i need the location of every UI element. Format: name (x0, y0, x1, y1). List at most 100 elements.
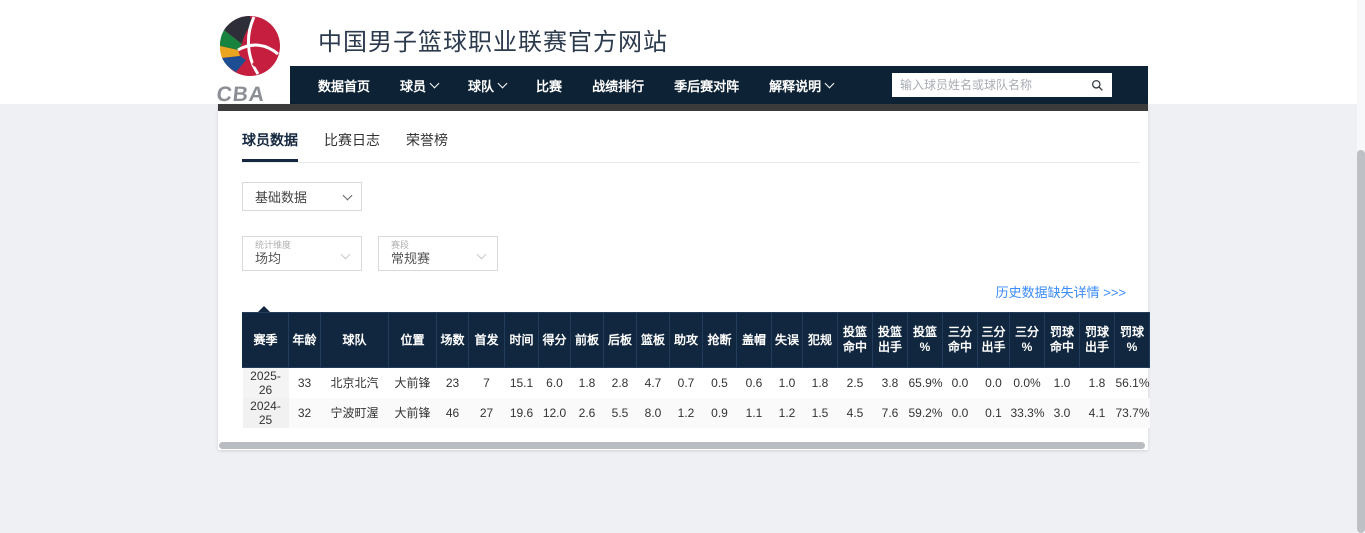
data-type-select[interactable]: 基础数据 (242, 182, 362, 211)
tab-1[interactable]: 比赛日志 (324, 130, 380, 162)
table-row-0: 2025-2633北京北汽大前锋23715.16.01.82.84.70.70.… (243, 368, 1150, 398)
data-type-select-value: 基础数据 (255, 187, 344, 206)
nav-item-6[interactable]: 解释说明 (769, 76, 833, 95)
vertical-scrollbar-track[interactable] (1357, 0, 1365, 533)
table-cell: 2.6 (571, 398, 604, 428)
table-cell: 2.5 (838, 368, 873, 398)
player-stats-table-wrap: 赛季年龄球队位置场数首发时间得分前板后板篮板助攻抢断盖帽失误犯规投篮命中投篮出手… (242, 312, 1140, 428)
header-cell-20[interactable]: 三分出手 (978, 313, 1010, 368)
header-cell-3[interactable]: 位置 (389, 313, 437, 368)
nav-item-3[interactable]: 比赛 (536, 76, 562, 95)
table-cell: 宁波町渥 (321, 398, 389, 428)
table-cell: 1.8 (1080, 368, 1115, 398)
page-title: 中国男子篮球职业联赛官方网站 (318, 22, 668, 57)
header-cell-7[interactable]: 得分 (539, 313, 571, 368)
svg-text:CBA: CBA (215, 83, 266, 105)
header-cell-18[interactable]: 投篮% (908, 313, 943, 368)
table-cell: 65.9% (908, 368, 943, 398)
table-cell: 7.6 (873, 398, 908, 428)
table-cell: 1.5 (803, 398, 838, 428)
header-cell-17[interactable]: 投篮出手 (873, 313, 908, 368)
table-cell: 4.5 (838, 398, 873, 428)
nav-item-4[interactable]: 战绩排行 (592, 76, 644, 95)
search-box (892, 73, 1112, 97)
table-cell: 73.7% (1115, 398, 1150, 428)
header-cell-21[interactable]: 三分% (1010, 313, 1045, 368)
header-cell-23[interactable]: 罚球出手 (1080, 313, 1115, 368)
table-cell: 3.0 (1045, 398, 1080, 428)
table-cell: 2024-25 (243, 398, 289, 428)
table-cell: 6.0 (539, 368, 571, 398)
chevron-down-icon (498, 78, 508, 88)
table-cell: 大前锋 (389, 368, 437, 398)
table-cell: 59.2% (908, 398, 943, 428)
history-data-link[interactable]: 历史数据缺失详情 >>> (996, 285, 1126, 300)
history-row: 历史数据缺失详情 >>> (242, 282, 1140, 300)
table-cell: 19.6 (505, 398, 539, 428)
content-card: 球员数据比赛日志荣誉榜 基础数据 统计维度 场均 赛段 常规赛 历史数据缺失详情… (218, 104, 1148, 450)
stage-select[interactable]: 赛段 常规赛 (378, 236, 498, 271)
vertical-scrollbar-thumb[interactable] (1357, 150, 1365, 533)
table-cell: 33.3% (1010, 398, 1045, 428)
chevron-down-icon (825, 78, 835, 88)
table-cell: 0.7 (670, 368, 703, 398)
header-cell-11[interactable]: 助攻 (670, 313, 703, 368)
table-cell: 4.7 (637, 368, 670, 398)
horizontal-scrollbar[interactable] (219, 442, 1145, 449)
nav-item-label: 解释说明 (769, 76, 821, 95)
nav-item-label: 球队 (468, 76, 494, 95)
header-cell-19[interactable]: 三分命中 (943, 313, 978, 368)
stat-dimension-label: 统计维度 (255, 240, 351, 251)
nav-item-2[interactable]: 球队 (468, 76, 506, 95)
nav-item-5[interactable]: 季后赛对阵 (674, 76, 739, 95)
header-cell-6[interactable]: 时间 (505, 313, 539, 368)
header-cell-5[interactable]: 首发 (469, 313, 505, 368)
table-header-row: 赛季年龄球队位置场数首发时间得分前板后板篮板助攻抢断盖帽失误犯规投篮命中投篮出手… (243, 313, 1150, 368)
table-cell: 5.5 (604, 398, 637, 428)
table-cell: 大前锋 (389, 398, 437, 428)
nav-item-label: 比赛 (536, 76, 562, 95)
header-cell-15[interactable]: 犯规 (803, 313, 838, 368)
chevron-down-icon (430, 78, 440, 88)
table-cell: 56.1% (1115, 368, 1150, 398)
header-cell-24[interactable]: 罚球% (1115, 313, 1150, 368)
header-cell-4[interactable]: 场数 (437, 313, 469, 368)
cba-logo-icon: CBA (212, 8, 288, 105)
header-cell-9[interactable]: 后板 (604, 313, 637, 368)
table-cell: 1.2 (772, 398, 803, 428)
table-cell: 12.0 (539, 398, 571, 428)
header-cell-1[interactable]: 年龄 (289, 313, 321, 368)
table-cell: 0.6 (737, 368, 772, 398)
header-cell-2[interactable]: 球队 (321, 313, 389, 368)
filter-row: 统计维度 场均 赛段 常规赛 (242, 236, 1140, 271)
cba-logo[interactable]: CBA (212, 8, 288, 105)
nav-item-label: 战绩排行 (592, 76, 644, 95)
nav-item-label: 数据首页 (318, 76, 370, 95)
search-input[interactable] (900, 78, 1091, 92)
header-cell-10[interactable]: 篮板 (637, 313, 670, 368)
header-cell-12[interactable]: 抢断 (703, 313, 737, 368)
header-cell-16[interactable]: 投篮命中 (838, 313, 873, 368)
nav-item-0[interactable]: 数据首页 (318, 76, 370, 95)
tab-2[interactable]: 荣誉榜 (406, 130, 448, 162)
table-cell: 1.1 (737, 398, 772, 428)
sort-caret-icon (258, 306, 270, 312)
nav-item-label: 球员 (400, 76, 426, 95)
search-icon[interactable] (1091, 79, 1104, 92)
header-cell-0[interactable]: 赛季 (243, 313, 289, 368)
table-cell: 46 (437, 398, 469, 428)
table-cell: 8.0 (637, 398, 670, 428)
header-cell-22[interactable]: 罚球命中 (1045, 313, 1080, 368)
table-cell: 33 (289, 368, 321, 398)
table-cell: 0.0 (943, 368, 978, 398)
table-cell: 1.0 (1045, 368, 1080, 398)
tab-0[interactable]: 球员数据 (242, 130, 298, 162)
header-cell-14[interactable]: 失误 (772, 313, 803, 368)
table-cell: 1.0 (772, 368, 803, 398)
nav-item-1[interactable]: 球员 (400, 76, 438, 95)
header-cell-8[interactable]: 前板 (571, 313, 604, 368)
table-cell: 1.8 (803, 368, 838, 398)
header-cell-13[interactable]: 盖帽 (737, 313, 772, 368)
table-cell: 0.0% (1010, 368, 1045, 398)
stat-dimension-select[interactable]: 统计维度 场均 (242, 236, 362, 271)
